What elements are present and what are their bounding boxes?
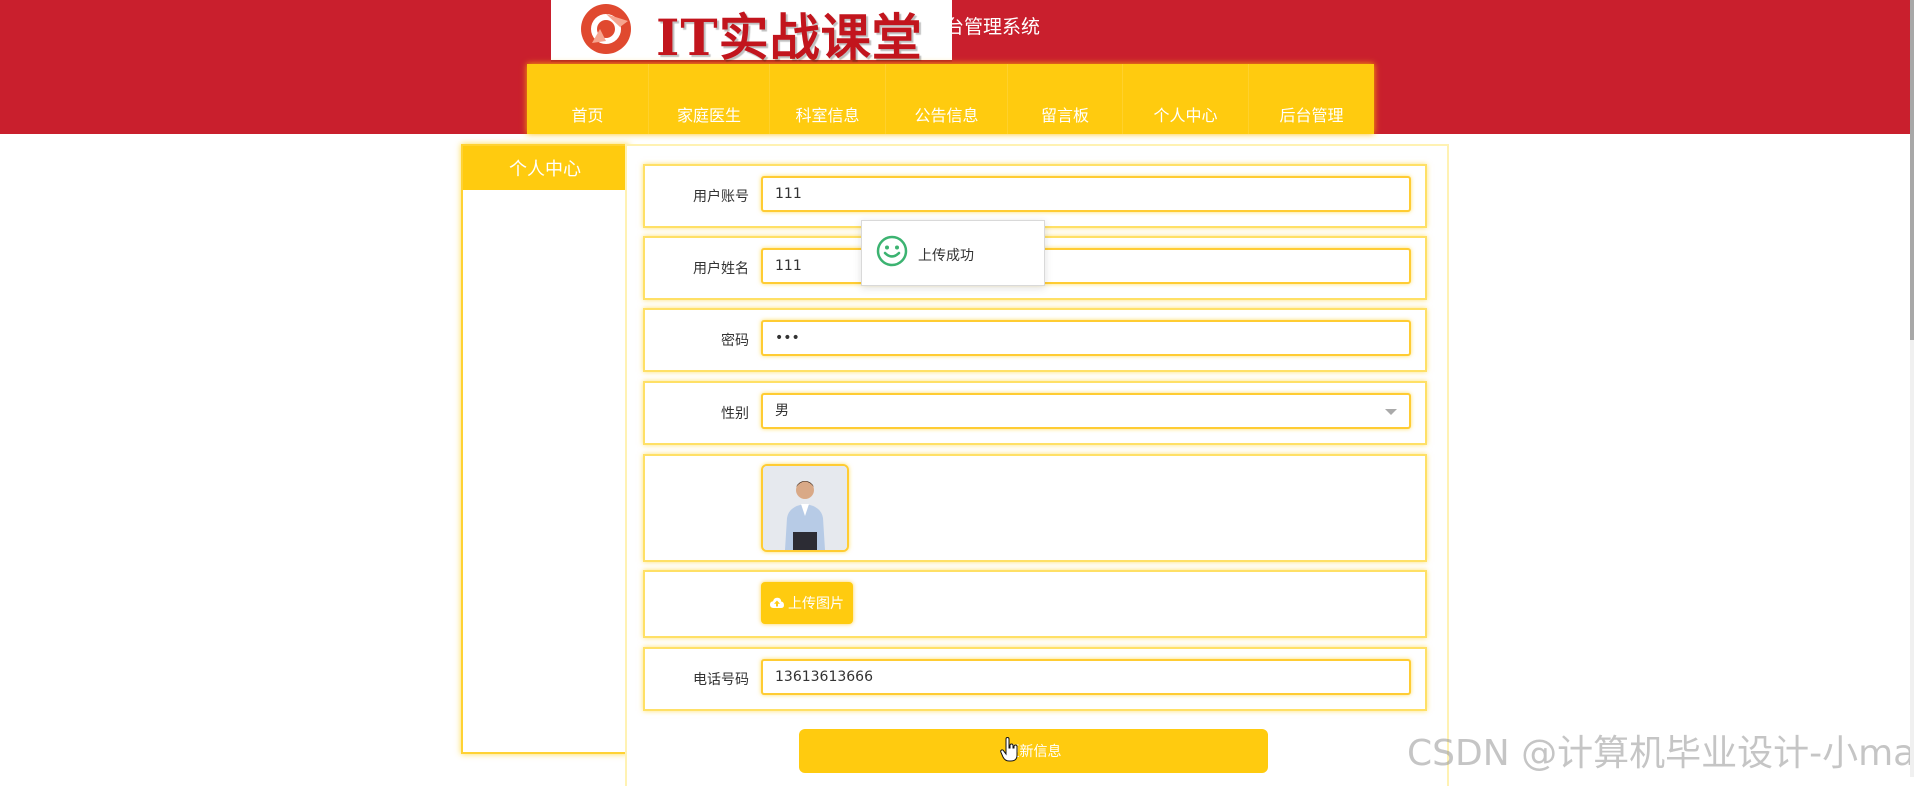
upload-image-button[interactable]: 上传图片 xyxy=(761,582,853,624)
nav-item-label: 个人中心 xyxy=(1153,106,1218,125)
form-row-phone: 电话号码 xyxy=(643,647,1427,711)
nav-item-label: 公告信息 xyxy=(914,106,979,125)
logo-text: IT实战课堂 xyxy=(656,8,923,67)
upload-image-label: 上传图片 xyxy=(788,596,844,612)
smile-icon xyxy=(876,235,908,267)
account-input[interactable] xyxy=(761,176,1411,212)
form-row-password: 密码 xyxy=(643,308,1427,372)
toast-text: 上传成功 xyxy=(918,248,974,264)
form-row-account: 用户账号 xyxy=(643,164,1427,228)
nav-item-admin[interactable]: 后台管理 xyxy=(1249,64,1374,134)
gender-selected-value: 男 xyxy=(775,403,789,419)
logo-icon xyxy=(581,4,631,54)
scrollbar-thumb[interactable] xyxy=(1910,0,1914,340)
avatar-preview[interactable] xyxy=(761,464,849,552)
main-nav: 首页 家庭医生 科室信息 公告信息 留言板 个人中心 后台管理 xyxy=(527,64,1374,134)
watermark: CSDN @计算机毕业设计-小ma xyxy=(1407,733,1914,774)
gender-label: 性别 xyxy=(721,406,749,422)
nav-item-label: 科室信息 xyxy=(795,106,860,125)
nav-item-personal-center[interactable]: 个人中心 xyxy=(1123,64,1249,134)
update-info-button[interactable]: 更新信息 xyxy=(799,729,1268,773)
site-logo: IT实战课堂 xyxy=(551,0,952,67)
sidebar-title[interactable]: 个人中心 xyxy=(463,146,627,190)
sidebar: 个人中心 xyxy=(461,144,629,754)
user-photo xyxy=(763,466,847,550)
site-title: 台管理系统 xyxy=(945,16,1041,38)
password-label: 密码 xyxy=(721,333,749,349)
nav-item-family-doctor[interactable]: 家庭医生 xyxy=(649,64,770,134)
name-label: 用户姓名 xyxy=(693,261,749,277)
nav-item-label: 首页 xyxy=(571,106,604,125)
form-row-avatar xyxy=(643,454,1427,562)
nav-item-label: 家庭医生 xyxy=(676,106,741,125)
form-row-gender: 性别 男 xyxy=(643,381,1427,445)
page-scrollbar[interactable] xyxy=(1910,0,1914,777)
account-label: 用户账号 xyxy=(693,189,749,205)
name-input[interactable] xyxy=(761,248,1411,284)
nav-item-message-board[interactable]: 留言板 xyxy=(1008,64,1123,134)
gender-select[interactable]: 男 xyxy=(761,393,1411,429)
phone-label: 电话号码 xyxy=(693,672,749,688)
nav-item-departments[interactable]: 科室信息 xyxy=(770,64,886,134)
form-row-upload: 上传图片 xyxy=(643,570,1427,638)
chevron-down-icon xyxy=(1385,409,1397,415)
phone-input[interactable] xyxy=(761,659,1411,695)
nav-item-announcements[interactable]: 公告信息 xyxy=(886,64,1008,134)
nav-item-label: 留言板 xyxy=(1040,106,1089,125)
hand-cursor-icon xyxy=(1000,737,1018,762)
cloud-upload-icon xyxy=(770,597,784,608)
nav-item-label: 后台管理 xyxy=(1279,106,1344,125)
toast-message: 上传成功 xyxy=(861,220,1045,286)
nav-item-home[interactable]: 首页 xyxy=(527,64,649,134)
password-input[interactable] xyxy=(761,320,1411,356)
